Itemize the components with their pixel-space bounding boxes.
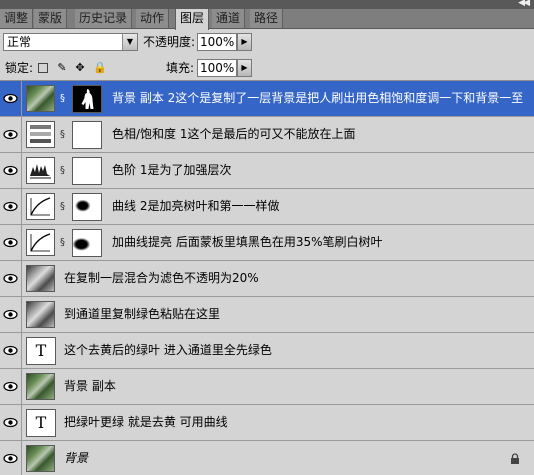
collapse-icon[interactable]: ◀◀	[518, 0, 530, 8]
visibility-toggle[interactable]	[0, 297, 22, 332]
layer-thumbnail	[26, 445, 55, 472]
eye-icon	[3, 165, 18, 176]
layer-name: 加曲线提亮 后面蒙板里填黑色在用35%笔刷白树叶	[112, 235, 383, 249]
layer-mask-thumbnail[interactable]	[72, 85, 102, 113]
text-layer-icon: T	[26, 337, 56, 365]
layer-thumbnail	[26, 301, 55, 328]
layer-name: 曲线 2是加亮树叶和第一一样做	[112, 199, 280, 213]
layer-row[interactable]: § 加曲线提亮 后面蒙板里填黑色在用35%笔刷白树叶	[0, 225, 534, 261]
levels-adjustment-icon	[26, 157, 55, 184]
eye-icon	[3, 381, 18, 392]
layer-name: 背景 副本	[64, 379, 116, 393]
eye-icon	[3, 273, 18, 284]
layer-mask-thumbnail[interactable]	[72, 157, 102, 185]
text-layer-icon: T	[26, 409, 56, 437]
blend-row: 正常 ▼ 不透明度: 100% ▶	[0, 30, 534, 54]
visibility-toggle[interactable]	[0, 441, 22, 475]
layer-name: 这个去黄后的绿叶 进入通道里全先绿色	[64, 343, 272, 357]
visibility-toggle[interactable]	[0, 405, 22, 440]
layer-mask-thumbnail[interactable]	[72, 229, 102, 257]
opacity-input[interactable]: 100%	[197, 33, 237, 51]
layer-row[interactable]: T 这个去黄后的绿叶 进入通道里全先绿色	[0, 333, 534, 369]
lock-move-icon[interactable]: ✥	[74, 62, 86, 74]
panel-tabs: 调整 蒙版 历史记录 动作 图层 通道 路径	[0, 9, 534, 30]
fill-slider-button[interactable]: ▶	[237, 59, 252, 77]
layer-row[interactable]: § 色阶 1是为了加强层次	[0, 153, 534, 189]
layer-row[interactable]: T 把绿叶更绿 就是去黄 可用曲线	[0, 405, 534, 441]
visibility-toggle[interactable]	[0, 225, 22, 260]
opacity-label: 不透明度:	[143, 35, 196, 49]
blend-mode-select[interactable]: 正常 ▼	[3, 33, 138, 51]
tab-layers[interactable]: 图层	[175, 9, 210, 30]
layer-row[interactable]: § 色相/饱和度 1这个是最后的可又不能放在上面	[0, 117, 534, 153]
figure-mask-icon	[81, 89, 94, 109]
layer-name: 在复制一层混合为滤色不透明为20%	[64, 271, 259, 285]
visibility-toggle[interactable]	[0, 117, 22, 152]
fill-input[interactable]: 100%	[197, 59, 237, 77]
lock-all-icon[interactable]: 🔒	[93, 62, 107, 74]
chevron-down-icon[interactable]: ▼	[122, 34, 137, 50]
layer-row[interactable]: § 背景 副本 2这个是复制了一层背景是把人刷出用色相饱和度调一下和背景一至	[0, 81, 534, 117]
hue-saturation-adjustment-icon	[26, 121, 55, 148]
tab-paths[interactable]: 路径	[250, 9, 284, 28]
lock-row: 锁定: ✎ ✥ 🔒 填充: 100% ▶	[0, 56, 534, 80]
visibility-toggle[interactable]	[0, 261, 22, 296]
layer-row[interactable]: 背景	[0, 441, 534, 475]
blend-mode-value: 正常	[7, 35, 32, 49]
layers-list: § 背景 副本 2这个是复制了一层背景是把人刷出用色相饱和度调一下和背景一至 §…	[0, 80, 534, 475]
eye-icon	[3, 309, 18, 320]
eye-icon	[3, 237, 18, 248]
layer-row[interactable]: 背景 副本	[0, 369, 534, 405]
layer-name: 色相/饱和度 1这个是最后的可又不能放在上面	[112, 127, 356, 141]
layer-name: 色阶 1是为了加强层次	[112, 163, 232, 177]
layer-name: 背景 副本 2这个是复制了一层背景是把人刷出用色相饱和度调一下和背景一至	[112, 91, 524, 105]
link-icon: §	[60, 237, 65, 248]
eye-icon	[3, 453, 18, 464]
layer-name: 背景	[64, 451, 89, 465]
visibility-toggle[interactable]	[0, 369, 22, 404]
visibility-toggle[interactable]	[0, 81, 22, 116]
eye-icon	[3, 345, 18, 356]
layer-row[interactable]: 到通道里复制绿色粘贴在这里	[0, 297, 534, 333]
eye-icon	[3, 201, 18, 212]
tab-masks[interactable]: 蒙版	[34, 9, 68, 28]
eye-icon	[3, 93, 18, 104]
lock-transparent-icon[interactable]	[38, 63, 48, 73]
curves-adjustment-icon	[26, 229, 55, 256]
link-icon: §	[60, 165, 65, 176]
visibility-toggle[interactable]	[0, 333, 22, 368]
visibility-toggle[interactable]	[0, 189, 22, 224]
lock-brush-icon[interactable]: ✎	[56, 62, 68, 74]
layer-thumbnail	[26, 265, 55, 292]
layer-mask-thumbnail[interactable]	[72, 193, 102, 221]
layer-name: 把绿叶更绿 就是去黄 可用曲线	[64, 415, 228, 429]
tab-actions[interactable]: 动作	[136, 9, 170, 28]
layer-name: 到通道里复制绿色粘贴在这里	[64, 307, 221, 321]
layer-mask-thumbnail[interactable]	[72, 121, 102, 149]
tab-channels[interactable]: 通道	[212, 9, 246, 28]
eye-icon	[3, 417, 18, 428]
tab-adjustments[interactable]: 调整	[0, 9, 34, 28]
curves-adjustment-icon	[26, 193, 55, 220]
layer-row[interactable]: 在复制一层混合为滤色不透明为20%	[0, 261, 534, 297]
lock-icon	[511, 453, 519, 464]
link-icon: §	[60, 201, 65, 212]
lock-label: 锁定:	[5, 61, 34, 75]
layer-thumbnail	[26, 373, 55, 400]
eye-icon	[3, 129, 18, 140]
fill-label: 填充:	[166, 61, 195, 75]
opacity-slider-button[interactable]: ▶	[237, 33, 252, 51]
visibility-toggle[interactable]	[0, 153, 22, 188]
layer-row[interactable]: § 曲线 2是加亮树叶和第一一样做	[0, 189, 534, 225]
link-icon: §	[60, 129, 65, 140]
tab-history[interactable]: 历史记录	[75, 9, 133, 28]
link-icon: §	[60, 93, 65, 104]
layer-thumbnail	[26, 85, 55, 112]
